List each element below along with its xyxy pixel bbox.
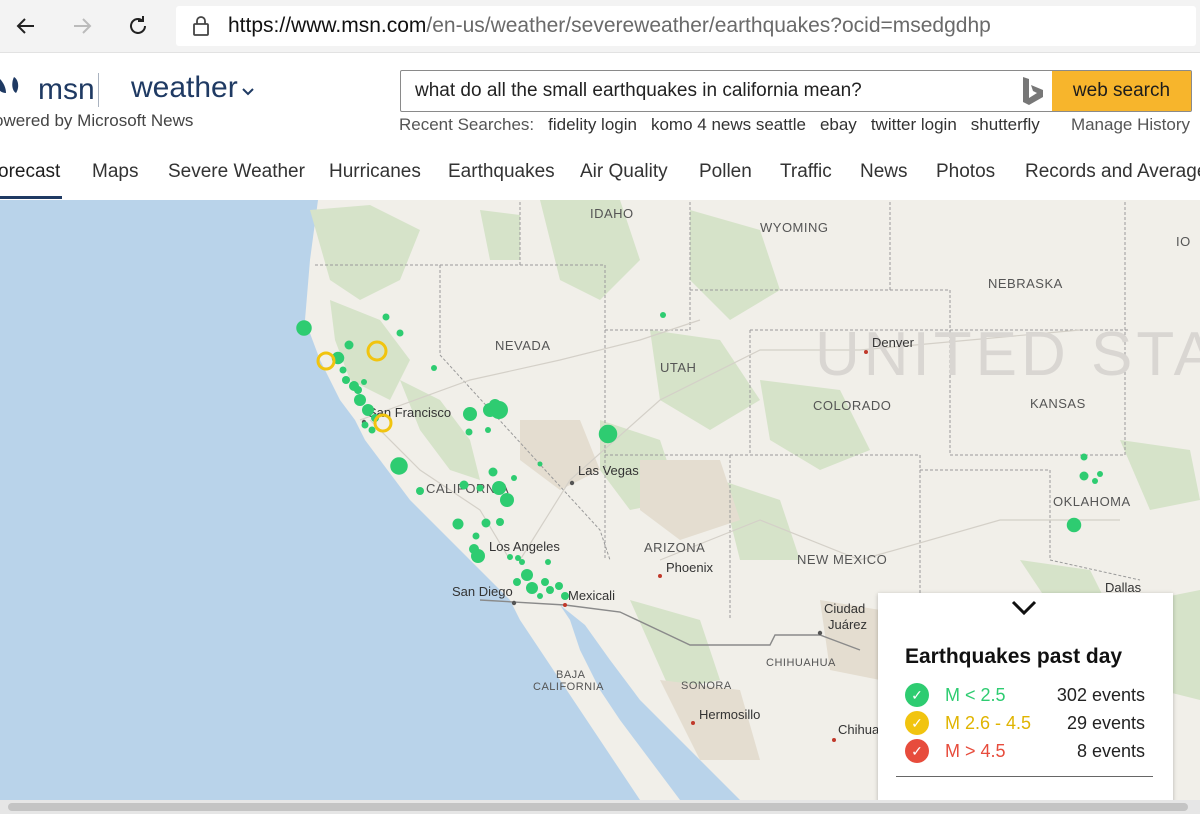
earthquake-map[interactable]: UNITED STA IDAHO WYOMING IO NEBRASKA NEV… — [0, 200, 1200, 800]
legend-count: 302 events — [1056, 685, 1145, 705]
state-label-arizona: ARIZONA — [644, 540, 705, 555]
state-label-new-mexico: NEW MEXICO — [797, 552, 887, 567]
legend-range: M < 2.5 — [945, 685, 1006, 705]
state-label-baja-california: CALIFORNIA — [533, 681, 604, 693]
city-label-los-angeles: Los Angeles — [489, 539, 560, 554]
city-label-mexicali: Mexicali — [568, 588, 615, 603]
earthquake-legend: Earthquakes past day ✓ M < 2.5 302 event… — [878, 593, 1173, 800]
tab-maps[interactable]: Maps — [92, 161, 138, 183]
brand-divider — [98, 73, 99, 107]
check-icon: ✓ — [905, 683, 929, 707]
legend-range: M > 4.5 — [945, 741, 1006, 761]
tab-pollen[interactable]: Pollen — [699, 161, 752, 183]
city-label-phoenix: Phoenix — [666, 560, 713, 575]
search-input[interactable] — [413, 77, 1007, 105]
manage-history-link[interactable]: Manage History — [1071, 115, 1190, 135]
recent-searches: Recent Searches: fidelity login komo 4 new… — [399, 115, 1054, 135]
address-bar[interactable]: https://www.msn.com/en-us/weather/severe… — [176, 6, 1196, 46]
city-label-denver: Denver — [872, 335, 915, 350]
refresh-icon — [130, 16, 146, 34]
state-label-wyoming: WYOMING — [760, 220, 829, 235]
tab-forecast[interactable]: orecast — [0, 161, 60, 183]
back-button[interactable] — [8, 8, 44, 44]
state-label-sonora: SONORA — [681, 680, 732, 692]
state-label-nevada: NEVADA — [495, 338, 551, 353]
city-label-las-vegas: Las Vegas — [578, 463, 639, 478]
country-label: UNITED STA — [815, 320, 1200, 389]
city-label-san-francisco: San Francisco — [368, 405, 451, 420]
city-label-san-diego: San Diego — [452, 584, 513, 599]
city-label-chihuahua: Chihua — [838, 722, 880, 737]
tab-news[interactable]: News — [860, 161, 908, 183]
city-label-juarez: Juárez — [828, 617, 867, 632]
url-text: https://www.msn.com/en-us/weather/severe… — [228, 14, 991, 38]
tab-severe-weather[interactable]: Severe Weather — [168, 161, 305, 183]
forward-button[interactable] — [64, 8, 100, 44]
legend-row-medium: ✓ M 2.6 - 4.5 29 events — [905, 711, 1145, 735]
legend-row-small: ✓ M < 2.5 302 events — [905, 683, 1145, 707]
recent-search-item[interactable]: twitter login — [871, 115, 957, 134]
legend-title: Earthquakes past day — [905, 645, 1123, 668]
search-box: web search — [400, 70, 1192, 112]
msn-header: msn weather owered by Microsoft News web… — [0, 53, 1200, 200]
state-label-chihuahua: CHIHUAHUA — [766, 657, 836, 669]
check-icon: ✓ — [905, 711, 929, 735]
state-label-io-fragment: IO — [1176, 234, 1191, 249]
tab-air-quality[interactable]: Air Quality — [580, 161, 668, 183]
state-label-baja: BAJA — [556, 669, 586, 681]
legend-count: 29 events — [1066, 713, 1145, 733]
state-label-utah: UTAH — [660, 360, 696, 375]
state-label-colorado: COLORADO — [813, 398, 891, 413]
recent-searches-label: Recent Searches: — [399, 115, 535, 134]
tab-records-and-averages[interactable]: Records and Average — [1025, 161, 1200, 183]
msn-butterfly-icon[interactable] — [0, 71, 26, 107]
bing-icon[interactable] — [1019, 75, 1047, 107]
legend-divider — [896, 776, 1153, 777]
city-label-hermosillo: Hermosillo — [699, 707, 760, 722]
state-label-kansas: KANSAS — [1030, 396, 1086, 411]
state-label-oklahoma: OKLAHOMA — [1053, 494, 1131, 509]
web-search-button[interactable]: web search — [1052, 71, 1191, 111]
legend-row-large: ✓ M > 4.5 8 events — [905, 739, 1145, 763]
city-label-ciudad: Ciudad — [824, 601, 865, 616]
powered-by-text: owered by Microsoft News — [0, 111, 194, 130]
tab-hurricanes[interactable]: Hurricanes — [329, 161, 421, 183]
refresh-button[interactable] — [120, 8, 156, 44]
chevron-down-icon[interactable] — [242, 83, 254, 99]
tab-traffic[interactable]: Traffic — [780, 161, 832, 183]
browser-toolbar: https://www.msn.com/en-us/weather/severe… — [0, 0, 1200, 53]
recent-search-item[interactable]: ebay — [820, 115, 857, 134]
lock-icon — [193, 16, 209, 36]
check-icon: ✓ — [905, 739, 929, 763]
tab-photos[interactable]: Photos — [936, 161, 995, 183]
url-host: https://www.msn.com — [228, 14, 427, 37]
state-label-idaho: IDAHO — [590, 206, 634, 221]
state-label-nebraska: NEBRASKA — [988, 276, 1063, 291]
legend-count: 8 events — [1076, 741, 1145, 761]
weather-section-title[interactable]: weather — [131, 71, 238, 105]
scrollbar-thumb[interactable] — [8, 803, 1188, 811]
active-tab-indicator — [0, 196, 62, 199]
url-path: /en-us/weather/severeweather/earthquakes… — [426, 14, 991, 37]
legend-range: M 2.6 - 4.5 — [945, 713, 1032, 733]
weather-tabs: orecast Maps Severe Weather Hurricanes E… — [0, 159, 1200, 199]
chevron-down-icon[interactable] — [1011, 595, 1037, 623]
msn-brand[interactable]: msn — [38, 73, 95, 107]
recent-search-item[interactable]: komo 4 news seattle — [651, 115, 806, 134]
recent-search-item[interactable]: fidelity login — [548, 115, 637, 134]
arrow-left-icon — [16, 18, 34, 34]
arrow-right-icon — [74, 18, 92, 34]
recent-search-item[interactable]: shutterfly — [971, 115, 1040, 134]
horizontal-scrollbar[interactable] — [0, 800, 1200, 814]
tab-earthquakes[interactable]: Earthquakes — [448, 161, 555, 183]
